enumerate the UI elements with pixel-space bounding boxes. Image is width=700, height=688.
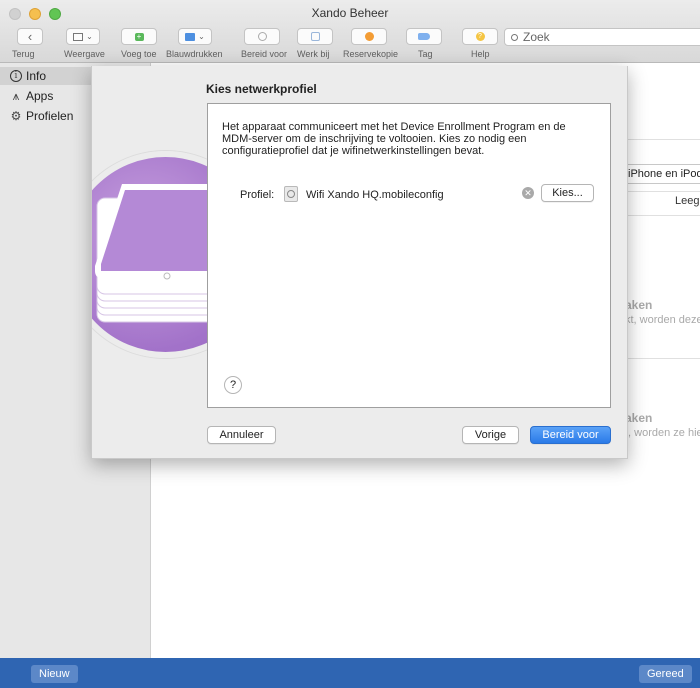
add-label: Voeg toe xyxy=(121,49,157,59)
info-icon: i xyxy=(9,69,23,83)
chevron-down-icon: ⌄ xyxy=(198,31,205,41)
view-button[interactable]: ⌄ xyxy=(66,28,100,45)
profile-file-icon xyxy=(284,186,298,202)
search-icon xyxy=(511,33,518,41)
update-label: Werk bij xyxy=(297,49,330,59)
back-label: Terug xyxy=(12,49,35,59)
blueprints-button[interactable]: ⌄ xyxy=(178,28,212,45)
plus-icon: + xyxy=(134,32,144,41)
tag-icon xyxy=(418,33,430,40)
new-button[interactable]: Nieuw xyxy=(31,665,78,683)
gear-icon: ⚙ xyxy=(10,109,22,123)
clear-profile-icon[interactable]: ✕ xyxy=(522,187,534,199)
bottom-bar: Nieuw Gereed xyxy=(0,658,700,688)
apps-icon: ⩚ xyxy=(12,88,20,103)
update-button[interactable] xyxy=(297,28,333,45)
update-icon xyxy=(310,32,320,41)
section-text: kt, worden deze xyxy=(625,314,700,326)
back-step-button[interactable]: Vorige xyxy=(462,426,519,444)
device-illustration xyxy=(92,66,207,458)
blueprint-icon xyxy=(185,32,196,41)
search-placeholder: Zoek xyxy=(523,30,550,44)
sidebar-item-label: Profielen xyxy=(26,109,74,123)
device-type-select[interactable]: iPhone en iPod touch xyxy=(621,164,700,184)
title-bar: Xando Beheer ‹ Terug ⌄ Weergave + Voeg t… xyxy=(0,0,700,63)
blueprints-label: Blauwdrukken xyxy=(166,49,223,59)
empty-label: Leeg xyxy=(675,195,700,207)
help-button[interactable]: ? xyxy=(224,376,242,394)
help-button[interactable]: ? xyxy=(462,28,498,45)
app-window: Xando Beheer ‹ Terug ⌄ Weergave + Voeg t… xyxy=(0,0,700,688)
back-button[interactable]: ‹ xyxy=(17,28,43,45)
window-title: Xando Beheer xyxy=(311,6,389,20)
add-button[interactable]: + xyxy=(121,28,157,45)
profile-label: Profiel: xyxy=(240,189,275,201)
prepare-label: Bereid voor xyxy=(241,49,288,59)
divider xyxy=(621,191,700,192)
cancel-button[interactable]: Annuleer xyxy=(207,426,276,444)
search-field[interactable]: Zoek xyxy=(504,28,700,46)
sidebar-item-label: Info xyxy=(26,69,47,83)
help-label: Help xyxy=(471,49,490,59)
tag-label: Tag xyxy=(418,49,433,59)
network-profile-sheet: Kies netwerkprofiel Het apparaat communi… xyxy=(91,66,628,459)
view-icon xyxy=(73,32,84,41)
sheet-description: Het apparaat communiceert met het Device… xyxy=(222,121,566,157)
prepare-button[interactable] xyxy=(244,28,280,45)
sidebar-item-label: Apps xyxy=(26,89,54,103)
sheet-title: Kies netwerkprofiel xyxy=(206,82,317,96)
backup-icon xyxy=(364,32,374,41)
backup-button[interactable] xyxy=(351,28,387,45)
help-icon: ? xyxy=(475,32,485,41)
prepare-confirm-button[interactable]: Bereid voor xyxy=(530,426,611,444)
divider xyxy=(621,358,700,359)
done-button[interactable]: Gereed xyxy=(639,665,692,683)
prepare-icon xyxy=(257,32,267,41)
tag-button[interactable] xyxy=(406,28,442,45)
divider xyxy=(621,215,700,216)
view-label: Weergave xyxy=(64,49,105,59)
profile-panel: Het apparaat communiceert met het Device… xyxy=(207,103,611,408)
section-heading: aken xyxy=(625,411,653,425)
backup-label: Reservekopie xyxy=(343,49,399,59)
chevron-left-icon: ‹ xyxy=(27,29,33,44)
ipad-stack-icon xyxy=(95,184,207,323)
section-heading: aken xyxy=(625,298,653,312)
section-text: t, worden ze hie xyxy=(625,427,700,439)
chevron-down-icon: ⌄ xyxy=(86,31,93,41)
choose-profile-button[interactable]: Kies... xyxy=(541,184,594,202)
profile-value: Wifi Xando HQ.mobileconfig xyxy=(306,189,444,201)
